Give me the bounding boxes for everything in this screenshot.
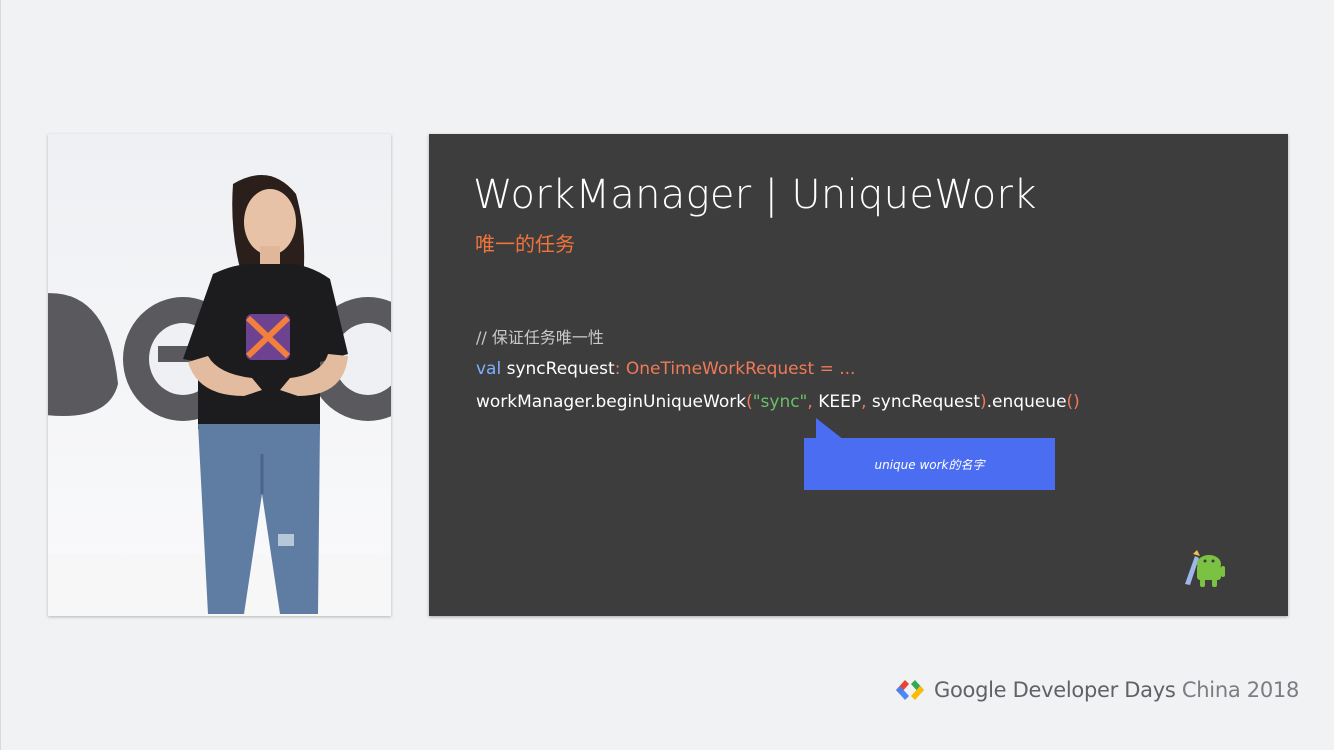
- event-title: Google Developer Days: [934, 678, 1176, 702]
- code-comment: // 保证任务唯一性: [476, 328, 604, 347]
- code-string-arg: "sync": [752, 392, 808, 412]
- speaker-video-image: [48, 134, 391, 616]
- speaker-video: [48, 134, 391, 616]
- code-line-sync-request: val syncRequest: OneTimeWorkRequest = ..…: [476, 359, 855, 379]
- event-region-year: China 2018: [1175, 678, 1300, 702]
- slide-title: WorkManager | UniqueWork: [473, 172, 1037, 218]
- callout-box: unique work的名字: [804, 438, 1055, 490]
- code-type: OneTimeWorkRequest = ...: [620, 359, 856, 379]
- event-branding: Google Developer Days China 2018: [894, 676, 1299, 704]
- code-method: .enqueue: [986, 392, 1067, 412]
- event-name: Google Developer Days China 2018: [934, 678, 1299, 702]
- code-parens: (): [1066, 392, 1080, 412]
- presentation-frame: WorkManager | UniqueWork 唯一的任务 // 保证任务唯一…: [0, 0, 1334, 750]
- code-request-arg: syncRequest: [866, 392, 980, 412]
- code-keyword: val: [476, 359, 502, 379]
- presentation-slide: WorkManager | UniqueWork 唯一的任务 // 保证任务唯一…: [429, 134, 1288, 616]
- code-line-begin-unique-work: workManager.beginUniqueWork("sync", KEEP…: [476, 392, 1080, 412]
- callout-pointer: [816, 418, 844, 440]
- android-mascot-icon: [1185, 550, 1225, 587]
- code-identifier: syncRequest: [501, 359, 615, 379]
- code-policy-arg: KEEP: [812, 392, 862, 412]
- slide-subtitle: 唯一的任务: [475, 232, 575, 256]
- code-call: workManager.beginUniqueWork: [476, 392, 747, 412]
- code-close-paren: ): [980, 392, 987, 412]
- google-developers-logo-icon: [896, 680, 924, 700]
- code-open-paren: (: [746, 392, 753, 412]
